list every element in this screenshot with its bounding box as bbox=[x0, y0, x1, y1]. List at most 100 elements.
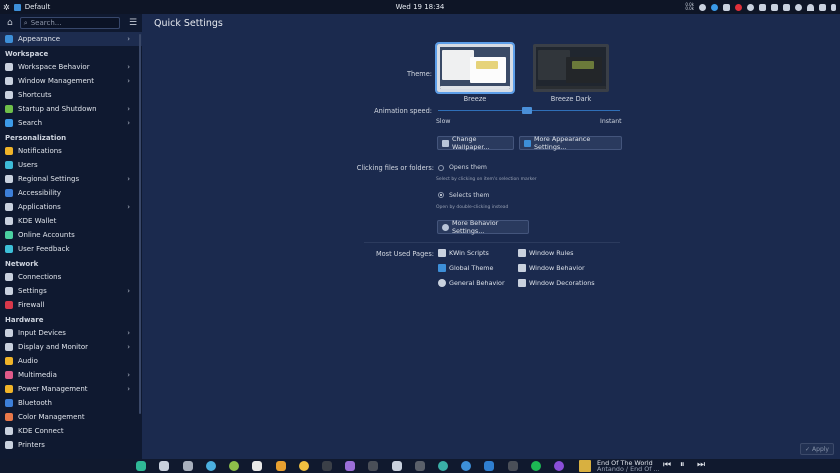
taskbar-app-14-icon[interactable] bbox=[438, 461, 448, 471]
activity-name[interactable]: Default bbox=[25, 3, 51, 11]
accessibility-icon bbox=[5, 189, 13, 197]
album-art-icon[interactable] bbox=[579, 460, 591, 472]
sidebar-item-kde-connect[interactable]: KDE Connect bbox=[0, 424, 142, 438]
sidebar-item-printers[interactable]: Printers bbox=[0, 438, 142, 452]
most-used-window-rules[interactable]: Window Rules bbox=[518, 249, 573, 257]
sidebar-item-notifications[interactable]: Notifications bbox=[0, 144, 142, 158]
tray-battery-icon[interactable] bbox=[759, 3, 766, 11]
taskbar-app-3-icon[interactable] bbox=[183, 461, 193, 471]
opens-them-radio[interactable] bbox=[438, 165, 444, 171]
sidebar-item-search[interactable]: Search › bbox=[0, 116, 142, 130]
sidebar-item-user-feedback[interactable]: User Feedback bbox=[0, 242, 142, 256]
search-box[interactable]: ⌕ bbox=[19, 17, 121, 29]
taskbar-spotify-icon[interactable] bbox=[531, 461, 541, 471]
chevron-right-icon: › bbox=[127, 287, 130, 295]
sidebar-header: Hardware bbox=[5, 316, 44, 324]
tray-wifi-icon[interactable] bbox=[807, 3, 814, 11]
main-panel: Quick Settings Theme: Breeze Breeze Dark… bbox=[142, 14, 840, 459]
tray-expand-icon[interactable] bbox=[831, 3, 836, 11]
most-used-window-behavior[interactable]: Window Behavior bbox=[518, 264, 585, 272]
sidebar-item-kde-wallet[interactable]: KDE Wallet bbox=[0, 214, 142, 228]
tray-disk-icon[interactable] bbox=[771, 3, 778, 11]
pause-icon[interactable]: ⏸ bbox=[680, 460, 685, 470]
tray-kde-connect-icon[interactable] bbox=[747, 3, 754, 11]
taskbar-app-11-icon[interactable] bbox=[368, 461, 378, 471]
taskbar-vscode-icon[interactable] bbox=[484, 461, 494, 471]
sidebar-item-color-management[interactable]: Color Management bbox=[0, 410, 142, 424]
tray-volume-icon[interactable] bbox=[819, 3, 826, 11]
clock[interactable]: Wed 19 18:34 bbox=[396, 3, 445, 11]
appearance-settings-icon bbox=[524, 139, 531, 147]
most-used-kwin-scripts[interactable]: KWin Scripts bbox=[438, 249, 489, 257]
most-used-general-behavior[interactable]: General Behavior bbox=[438, 279, 505, 287]
tray-display-icon[interactable] bbox=[783, 3, 790, 11]
sidebar-item-multimedia[interactable]: Multimedia › bbox=[0, 368, 142, 382]
selects-them-hint: Open by double-clicking instead bbox=[436, 205, 509, 210]
taskbar-terminal-icon[interactable] bbox=[322, 461, 332, 471]
more-behavior-settings-button[interactable]: More Behavior Settings... bbox=[437, 219, 529, 235]
slider-slow-label: Slow bbox=[436, 118, 451, 125]
tray-update-icon[interactable] bbox=[699, 3, 706, 11]
sidebar-item-label: Connections bbox=[18, 273, 62, 281]
sidebar-item-label: Shortcuts bbox=[18, 91, 52, 99]
taskbar-app-7-icon[interactable] bbox=[276, 461, 286, 471]
taskbar-firefox-icon[interactable] bbox=[554, 461, 564, 471]
sidebar-item-bluetooth[interactable]: Bluetooth bbox=[0, 396, 142, 410]
sidebar-item-shortcuts[interactable]: Shortcuts bbox=[0, 88, 142, 102]
tray-record-icon[interactable] bbox=[735, 3, 742, 11]
sidebar-item-input-devices[interactable]: Input Devices › bbox=[0, 326, 142, 340]
selects-them-label[interactable]: Selects them bbox=[449, 192, 489, 199]
search-input[interactable] bbox=[30, 19, 117, 27]
sidebar-item-window-management[interactable]: Window Management › bbox=[0, 74, 142, 88]
change-wallpaper-button[interactable]: Change Wallpaper... bbox=[437, 135, 514, 151]
previous-track-icon[interactable]: ⏮ bbox=[663, 460, 671, 470]
sidebar-item-appearance[interactable]: Appearance › bbox=[0, 32, 142, 46]
sidebar-item-firewall[interactable]: Firewall bbox=[0, 298, 142, 312]
selects-them-radio[interactable] bbox=[438, 192, 444, 198]
sidebar-item-online-accounts[interactable]: Online Accounts bbox=[0, 228, 142, 242]
sidebar-item-settings[interactable]: Settings › bbox=[0, 284, 142, 298]
search-icon bbox=[5, 119, 13, 127]
tray-settings-icon[interactable] bbox=[795, 3, 802, 11]
sidebar-item-workspace-behavior[interactable]: Workspace Behavior › bbox=[0, 60, 142, 74]
chevron-right-icon: › bbox=[127, 35, 130, 43]
sidebar-scrollbar[interactable] bbox=[139, 34, 141, 414]
sidebar-item-display-and-monitor[interactable]: Display and Monitor › bbox=[0, 340, 142, 354]
tray-clipboard-icon[interactable] bbox=[723, 3, 730, 11]
most-used-global-theme[interactable]: Global Theme bbox=[438, 264, 493, 272]
animation-slider-handle[interactable] bbox=[522, 107, 532, 114]
taskbar-app-2-icon[interactable] bbox=[159, 461, 169, 471]
sidebar-item-startup-and-shutdown[interactable]: Startup and Shutdown › bbox=[0, 102, 142, 116]
hamburger-menu-icon[interactable]: ☰ bbox=[128, 18, 138, 28]
wallet-icon bbox=[5, 217, 13, 225]
taskbar-app-4-icon[interactable] bbox=[206, 461, 216, 471]
apply-button[interactable]: ✓ Apply bbox=[800, 443, 834, 455]
taskbar-app-12-icon[interactable] bbox=[392, 461, 402, 471]
sidebar-item-connections[interactable]: Connections bbox=[0, 270, 142, 284]
tray-steam-icon[interactable] bbox=[711, 3, 718, 11]
sidebar-item-accessibility[interactable]: Accessibility bbox=[0, 186, 142, 200]
taskbar-app-8-icon[interactable] bbox=[299, 461, 309, 471]
sidebar-item-regional-settings[interactable]: Regional Settings › bbox=[0, 172, 142, 186]
monitor-icon bbox=[5, 343, 13, 351]
global-theme-icon bbox=[438, 264, 446, 272]
taskbar-app-15-icon[interactable] bbox=[461, 461, 471, 471]
sidebar-item-power-management[interactable]: Power Management › bbox=[0, 382, 142, 396]
sidebar-item-users[interactable]: Users bbox=[0, 158, 142, 172]
taskbar-app-1-icon[interactable] bbox=[136, 461, 146, 471]
taskbar-app-10-icon[interactable] bbox=[345, 461, 355, 471]
home-icon[interactable]: ⌂ bbox=[4, 17, 16, 29]
theme-card-breeze-dark[interactable] bbox=[533, 44, 609, 92]
theme-card-breeze[interactable] bbox=[435, 42, 515, 94]
more-appearance-settings-button[interactable]: More Appearance Settings... bbox=[519, 135, 622, 151]
taskbar-app-13-icon[interactable] bbox=[415, 461, 425, 471]
taskbar-app-5-icon[interactable] bbox=[229, 461, 239, 471]
next-track-icon[interactable]: ⏭ bbox=[697, 460, 705, 470]
sidebar-item-applications[interactable]: Applications › bbox=[0, 200, 142, 214]
taskbar-app-17-icon[interactable] bbox=[508, 461, 518, 471]
kde-launcher-icon[interactable]: ✲ bbox=[3, 3, 10, 12]
opens-them-label[interactable]: Opens them bbox=[449, 164, 487, 171]
sidebar-item-audio[interactable]: Audio bbox=[0, 354, 142, 368]
taskbar-app-6-icon[interactable] bbox=[252, 461, 262, 471]
most-used-window-decorations[interactable]: Window Decorations bbox=[518, 279, 595, 287]
